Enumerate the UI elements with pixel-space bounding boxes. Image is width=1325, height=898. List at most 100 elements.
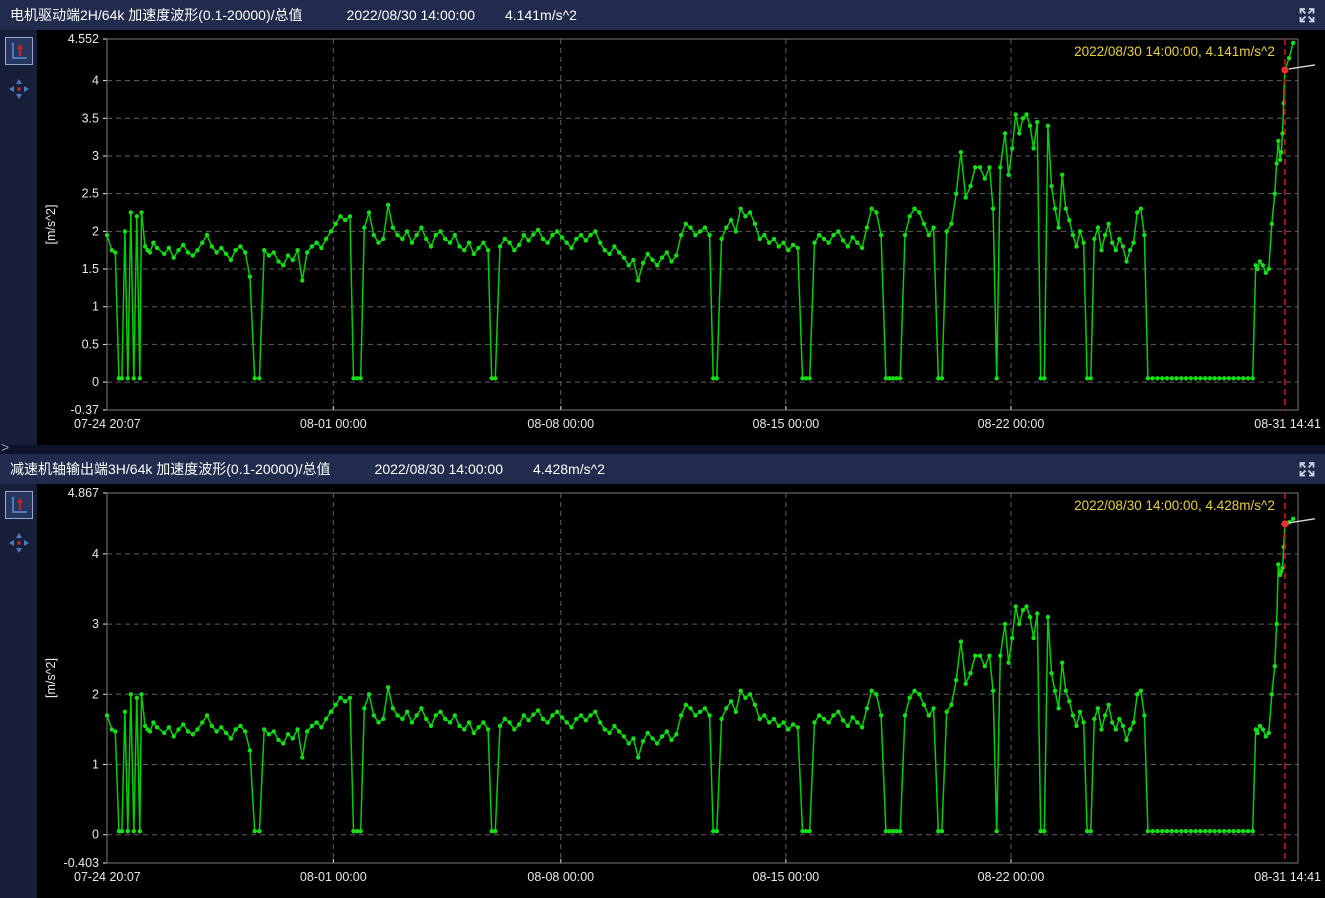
data-point — [1279, 150, 1283, 154]
trend-chart-gearbox-output-end[interactable]: 4.86743210-0.40307-24 20:0708-01 00:0008… — [37, 484, 1325, 893]
data-point — [631, 736, 635, 740]
data-point — [574, 717, 578, 721]
data-point — [1124, 738, 1128, 742]
y-axis-label: [m/s^2] — [44, 658, 58, 698]
data-point — [1165, 829, 1169, 833]
data-point — [424, 717, 428, 721]
data-point — [903, 713, 907, 717]
data-point — [135, 696, 139, 700]
data-point — [1270, 692, 1274, 696]
data-point — [808, 829, 812, 833]
data-point — [415, 233, 419, 237]
expand-arrows-icon[interactable] — [1295, 3, 1319, 27]
x-tick-label: 08-08 00:00 — [527, 417, 594, 431]
data-point — [186, 250, 190, 254]
data-point — [1014, 112, 1018, 116]
data-point — [319, 246, 323, 250]
expand-arrows-icon[interactable] — [1295, 457, 1319, 481]
y-tick-label: 2 — [92, 224, 99, 238]
data-point — [1067, 699, 1071, 703]
data-point — [1155, 376, 1159, 380]
data-point — [536, 228, 540, 232]
data-point — [233, 248, 237, 252]
data-point — [281, 741, 285, 745]
data-point — [665, 250, 669, 254]
data-point — [724, 225, 728, 229]
data-point — [931, 706, 935, 710]
data-point — [113, 250, 117, 254]
data-point — [767, 241, 771, 245]
series-markers — [105, 41, 1296, 381]
data-point — [1203, 829, 1207, 833]
data-point — [968, 184, 972, 188]
axis-scale-button[interactable] — [5, 491, 33, 519]
pan-button[interactable] — [7, 531, 31, 555]
data-point — [698, 229, 702, 233]
data-point — [359, 829, 363, 833]
data-point — [607, 731, 611, 735]
data-point — [796, 725, 800, 729]
data-point — [1236, 829, 1240, 833]
data-point — [1135, 692, 1139, 696]
y-tick-label: 4 — [92, 74, 99, 88]
data-point — [1246, 829, 1250, 833]
data-point — [593, 229, 597, 233]
data-point — [1106, 222, 1110, 226]
data-point — [565, 241, 569, 245]
cursor-annotation: 2022/08/30 14:00:00, 4.141m/s^2 — [1074, 44, 1275, 59]
splitter-chevron-icon[interactable]: > — [1, 440, 9, 454]
data-point — [1222, 829, 1226, 833]
data-point — [1035, 611, 1039, 615]
data-point — [1246, 376, 1250, 380]
data-point — [372, 713, 376, 717]
pan-button[interactable] — [7, 77, 31, 101]
data-point — [148, 250, 152, 254]
data-point — [1064, 207, 1068, 211]
data-point — [286, 253, 290, 257]
data-point — [172, 256, 176, 260]
data-point — [767, 720, 771, 724]
data-point — [1006, 661, 1010, 665]
data-point — [243, 729, 247, 733]
axis-scale-button[interactable] — [5, 37, 33, 65]
trend-chart-motor-drive-end[interactable]: 4.55243.532.521.510.50-0.3707-24 20:0708… — [37, 30, 1325, 440]
data-point — [808, 376, 812, 380]
data-point — [362, 225, 366, 229]
data-point — [1203, 376, 1207, 380]
cursor-marker[interactable] — [1281, 520, 1288, 527]
data-point — [541, 717, 545, 721]
data-point — [272, 250, 276, 254]
data-point — [210, 244, 214, 248]
data-point — [362, 706, 366, 710]
data-point — [1064, 689, 1068, 693]
data-point — [1165, 376, 1169, 380]
data-point — [276, 738, 280, 742]
y-tick-label: 1 — [92, 300, 99, 314]
series-line — [107, 519, 1293, 831]
chart-toolbar — [0, 30, 37, 445]
data-point — [138, 376, 142, 380]
data-point — [850, 715, 854, 719]
data-point — [210, 724, 214, 728]
x-tick-label: 08-31 14:41 — [1254, 870, 1321, 884]
data-point — [1198, 829, 1202, 833]
data-point — [324, 237, 328, 241]
y-tick-label: -0.37 — [71, 403, 100, 417]
data-point — [822, 237, 826, 241]
data-point — [917, 692, 921, 696]
data-point — [688, 225, 692, 229]
panel-splitter[interactable]: > — [0, 445, 1325, 454]
cursor-marker[interactable] — [1281, 66, 1288, 73]
data-point — [1096, 225, 1100, 229]
data-point — [641, 739, 645, 743]
data-point — [138, 829, 142, 833]
data-point — [598, 241, 602, 245]
chart-area: 4.86743210-0.40307-24 20:0708-01 00:0008… — [37, 484, 1325, 898]
data-point — [319, 725, 323, 729]
data-point — [172, 734, 176, 738]
data-point — [738, 207, 742, 211]
data-point — [1103, 713, 1107, 717]
data-point — [879, 233, 883, 237]
data-point — [1092, 237, 1096, 241]
data-point — [1071, 713, 1075, 717]
